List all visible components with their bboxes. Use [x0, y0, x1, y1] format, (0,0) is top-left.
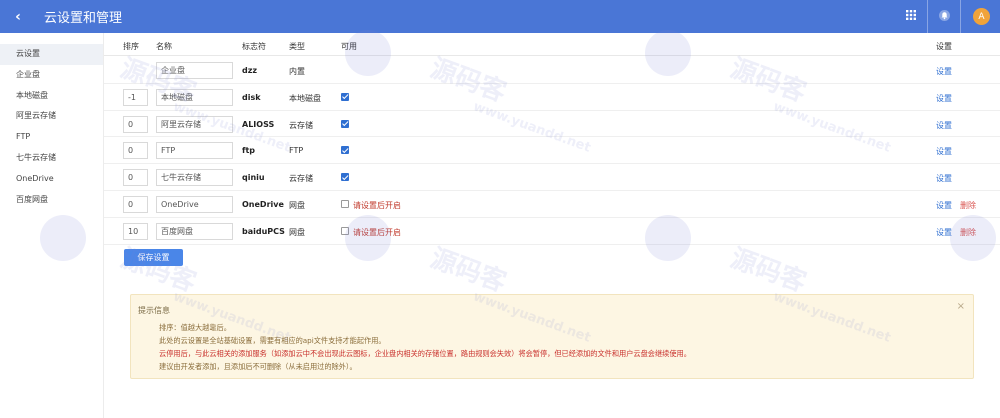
- sidebar-item-baidu[interactable]: 百度网盘: [0, 190, 103, 211]
- name-input[interactable]: 百度网盘: [156, 222, 233, 240]
- save-settings-button[interactable]: 保存设置: [124, 249, 183, 266]
- settings-link[interactable]: 设置: [936, 173, 952, 184]
- order-input[interactable]: -1: [123, 88, 148, 106]
- type-text: 网盘: [289, 201, 305, 210]
- avatar[interactable]: A: [973, 8, 990, 25]
- bell-icon-svg: [938, 9, 950, 21]
- header-settings: 设置: [936, 42, 952, 51]
- grid-icon-svg: [906, 10, 916, 20]
- header-divider-2: [960, 0, 961, 33]
- type-text: 内置: [289, 67, 305, 76]
- delete-link[interactable]: 删除: [960, 227, 976, 238]
- settings-link[interactable]: 设置: [936, 120, 952, 131]
- settings-link[interactable]: 设置: [936, 146, 952, 157]
- table-row: 0 OneDrive OneDrive 网盘 请设置后开启 设置 删除: [104, 191, 1000, 218]
- alert-title: 提示信息: [138, 306, 170, 315]
- header-actions: A: [899, 0, 990, 33]
- enable-hint: 请设置后开启: [353, 227, 401, 237]
- table-row: 0 七牛云存储 qiniu 云存储 设置: [104, 164, 1000, 191]
- settings-link[interactable]: 设置: [936, 227, 952, 238]
- name-input[interactable]: 企业盘: [156, 62, 233, 79]
- order-input[interactable]: 10: [123, 222, 148, 240]
- page-title: 云设置和管理: [44, 11, 123, 26]
- sidebar-item-local-disk[interactable]: 本地磁盘: [0, 86, 103, 107]
- flag-text: dzz: [242, 66, 258, 75]
- name-input[interactable]: FTP: [156, 142, 233, 160]
- type-text: 网盘: [289, 227, 305, 237]
- sidebar-item-enterprise-disk[interactable]: 企业盘: [0, 65, 103, 86]
- name-input[interactable]: 阿里云存储: [156, 115, 233, 133]
- header-order: 排序: [123, 42, 139, 51]
- type-text: 云存储: [289, 174, 313, 184]
- header-flag: 标志符: [242, 42, 266, 51]
- settings-link[interactable]: 设置: [936, 66, 952, 77]
- enable-hint: 请设置后开启: [353, 201, 401, 210]
- header-name: 名称: [156, 42, 172, 51]
- table-row: 0 FTP ftp FTP 设置: [104, 137, 1000, 165]
- header-divider: [927, 0, 928, 33]
- enabled-checkbox[interactable]: [341, 146, 349, 155]
- name-input[interactable]: 七牛云存储: [156, 169, 233, 187]
- flag-text: baiduPCS: [242, 226, 285, 236]
- flag-text: ftp: [242, 146, 256, 156]
- name-input[interactable]: OneDrive: [156, 196, 233, 213]
- back-button[interactable]: ‹: [0, 9, 36, 25]
- flag-text: ALIOSS: [242, 119, 275, 129]
- settings-link[interactable]: 设置: [936, 93, 952, 104]
- type-text: FTP: [289, 146, 304, 156]
- settings-link[interactable]: 设置: [936, 200, 952, 211]
- header-enabled: 可用: [341, 42, 357, 51]
- table-row: 10 百度网盘 baiduPCS 网盘 请设置后开启 设置 删除: [104, 218, 1000, 245]
- header-type: 类型: [289, 42, 305, 51]
- sidebar: 云设置 企业盘 本地磁盘 阿里云存储 FTP 七牛云存储 OneDrive 百度…: [0, 33, 104, 418]
- alert-line: 排序：值越大越靠后。: [159, 323, 231, 332]
- bell-icon[interactable]: [932, 9, 956, 24]
- sidebar-item-ftp[interactable]: FTP: [0, 127, 103, 148]
- type-text: 云存储: [289, 120, 313, 130]
- alert-line-warning: 云停用后，与此云相关的添加服务（如添加云中不会出现此云图标，企业盘内相关的存储位…: [159, 349, 691, 358]
- order-input[interactable]: 0: [123, 196, 148, 213]
- table-row: -1 本地磁盘 disk 本地磁盘 设置: [104, 84, 1000, 111]
- enabled-checkbox[interactable]: [341, 173, 349, 182]
- order-input[interactable]: 0: [123, 115, 148, 133]
- table-header: 排序 名称 标志符 类型 可用 设置: [104, 33, 1000, 56]
- info-alert: 提示信息 × 排序：值越大越靠后。 此处的云设置是全站基础设置，需要有相应的ap…: [130, 294, 974, 379]
- app-header: ‹ 云设置和管理 A: [0, 0, 1000, 33]
- type-text: 本地磁盘: [289, 93, 321, 103]
- enabled-checkbox[interactable]: [341, 92, 349, 101]
- sidebar-item-alioss[interactable]: 阿里云存储: [0, 106, 103, 127]
- enabled-checkbox[interactable]: [341, 200, 349, 208]
- flag-text: disk: [242, 92, 261, 102]
- flag-text: OneDrive: [242, 200, 284, 209]
- order-input[interactable]: 0: [123, 169, 148, 187]
- sidebar-item-qiniu[interactable]: 七牛云存储: [0, 148, 103, 169]
- main-content: 排序 名称 标志符 类型 可用 设置 企业盘 dzz 内置 设置 -1 本地磁盘…: [104, 33, 1000, 418]
- enabled-checkbox[interactable]: [341, 119, 349, 128]
- grid-icon[interactable]: [899, 10, 923, 23]
- sidebar-item-cloud-settings[interactable]: 云设置: [0, 44, 103, 65]
- table-row: 企业盘 dzz 内置 设置: [104, 57, 1000, 84]
- enabled-checkbox[interactable]: [341, 226, 349, 235]
- sidebar-item-onedrive[interactable]: OneDrive: [0, 169, 103, 190]
- order-input[interactable]: 0: [123, 142, 148, 160]
- alert-line: 建议由开发者添加，且添加后不可删除（从未启用过的除外）。: [159, 362, 357, 371]
- delete-link[interactable]: 删除: [960, 200, 976, 211]
- flag-text: qiniu: [242, 173, 265, 183]
- close-icon[interactable]: ×: [957, 301, 965, 312]
- table-row: 0 阿里云存储 ALIOSS 云存储 设置: [104, 111, 1000, 138]
- alert-line: 此处的云设置是全站基础设置，需要有相应的api文件支持才能起作用。: [159, 336, 386, 345]
- name-input[interactable]: 本地磁盘: [156, 88, 233, 106]
